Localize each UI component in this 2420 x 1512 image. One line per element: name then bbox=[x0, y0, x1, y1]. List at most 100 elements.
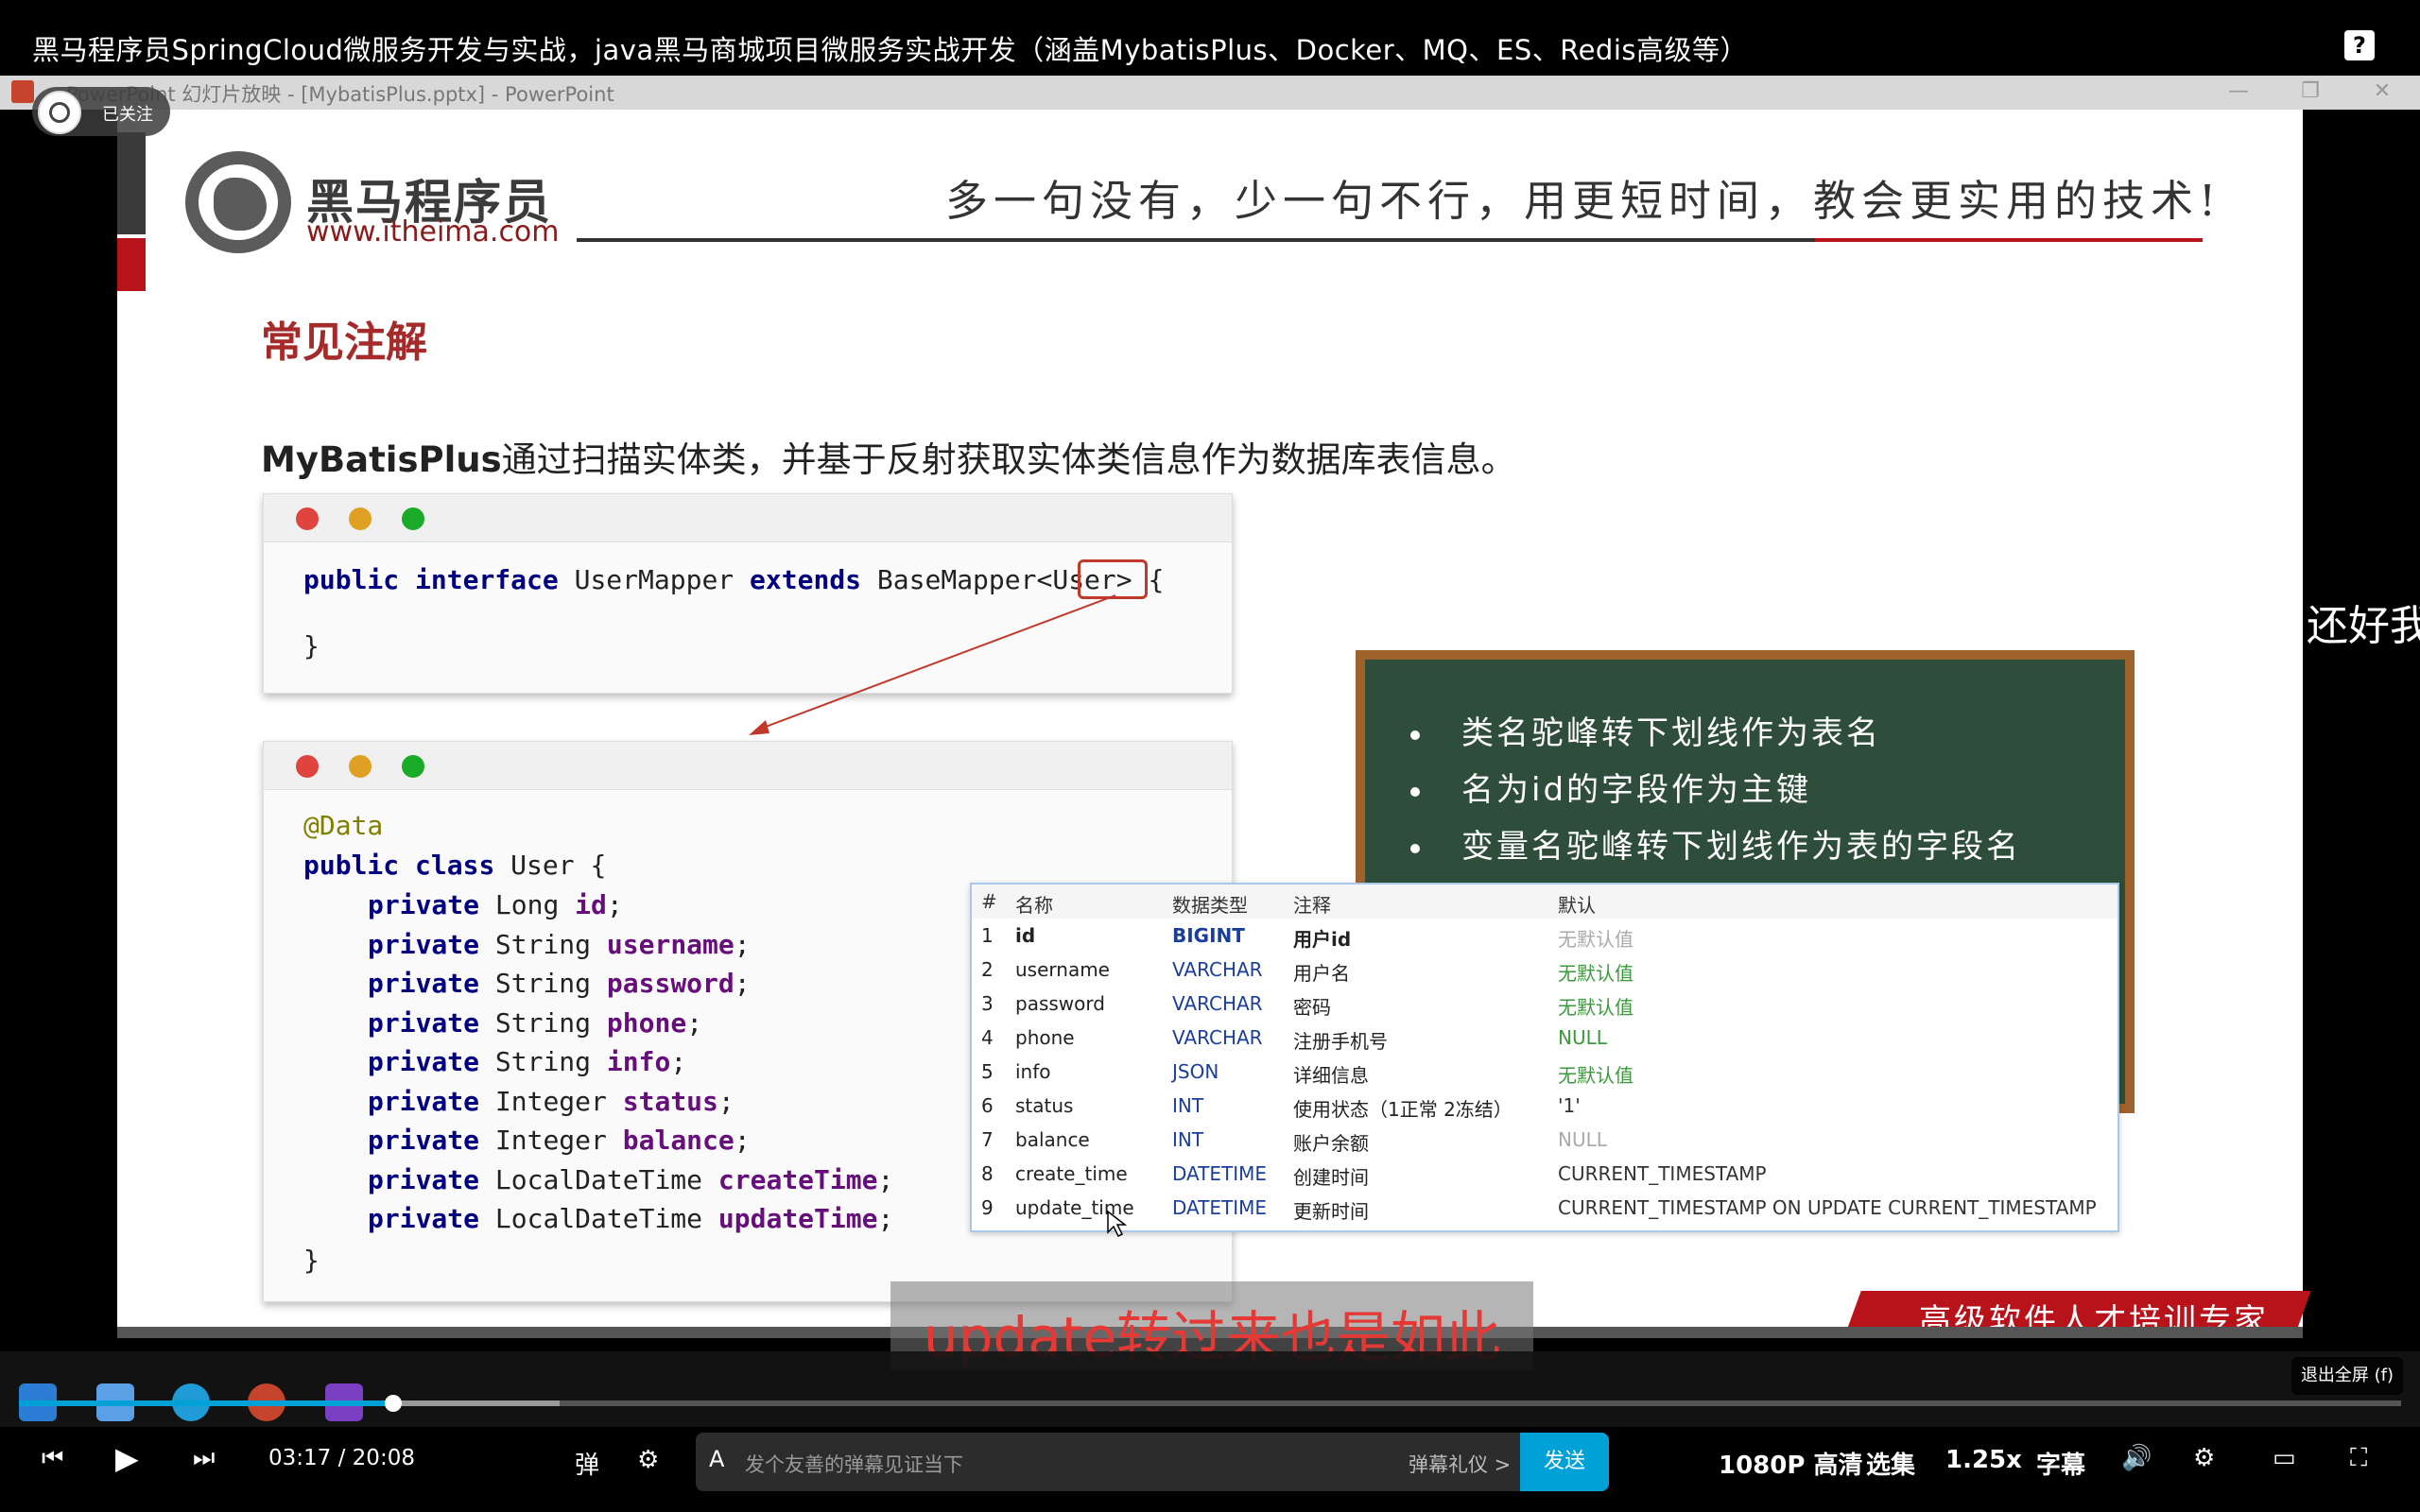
db-cell: balance bbox=[1015, 1128, 1090, 1151]
quality-selector[interactable]: 1080P 高清 bbox=[1719, 1446, 1862, 1481]
volume-icon[interactable]: 🔊 bbox=[2121, 1444, 2152, 1472]
episodes-button[interactable]: 选集 bbox=[1866, 1446, 1915, 1481]
code-keyword: private bbox=[368, 1006, 480, 1039]
code-keyword: private bbox=[368, 968, 480, 999]
db-cell: 注册手机号 bbox=[1293, 1030, 1388, 1053]
send-button[interactable]: 发送 bbox=[1520, 1433, 1609, 1491]
next-icon[interactable]: ⏭ bbox=[193, 1444, 215, 1473]
avatar[interactable] bbox=[38, 91, 81, 134]
db-cell: 用户id bbox=[1293, 928, 1352, 951]
code-type: String bbox=[494, 1006, 592, 1039]
code-field-line: private String password; bbox=[368, 968, 751, 999]
table-row[interactable]: 2 username VARCHAR 用户名 无默认值 bbox=[972, 953, 2118, 987]
table-row[interactable]: 6 status INT 使用状态（1正常 2冻结） '1' bbox=[972, 1089, 2118, 1123]
db-cell: NULL bbox=[1558, 1026, 1607, 1049]
progress-knob[interactable] bbox=[384, 1395, 402, 1412]
code-field-name: password bbox=[606, 968, 735, 999]
board-bullet: 类名驼峰转下划线作为表名 bbox=[1410, 707, 1881, 753]
code-field-name: createTime bbox=[717, 1163, 878, 1195]
code-type: Integer bbox=[494, 1085, 607, 1117]
help-icon[interactable]: ? bbox=[2344, 30, 2375, 60]
db-cell: '1' bbox=[1558, 1094, 1581, 1117]
code-annotation: @Data bbox=[303, 810, 384, 841]
db-cell: 创建时间 bbox=[1293, 1166, 1369, 1189]
table-row[interactable]: 5 info JSON 详细信息 无默认值 bbox=[972, 1055, 2118, 1089]
db-header-cell: # bbox=[981, 890, 997, 913]
code-field-name: status bbox=[622, 1085, 718, 1117]
db-cell: JSON bbox=[1172, 1060, 1219, 1083]
close-dot-icon bbox=[296, 507, 319, 530]
db-cell: create_time bbox=[1015, 1162, 1128, 1185]
code-keyword: private bbox=[368, 1163, 480, 1195]
slide-accent-bar bbox=[117, 132, 146, 234]
code-keyword: private bbox=[368, 1203, 480, 1234]
subtitle-cc-button[interactable]: 字幕 bbox=[2036, 1446, 2085, 1481]
restore-icon[interactable]: ❐ bbox=[2291, 77, 2329, 106]
db-cell: 无默认值 bbox=[1558, 1064, 1634, 1087]
table-row[interactable]: 3 password VARCHAR 密码 无默认值 bbox=[972, 987, 2118, 1021]
code-field-name: info bbox=[606, 1046, 671, 1077]
danmaku-etiquette-link[interactable]: 弹幕礼仪 > bbox=[1409, 1450, 1511, 1478]
side-overlay-text: 还好我 bbox=[2307, 602, 2420, 650]
code-window-header bbox=[264, 742, 1232, 790]
db-header-cell: 数据类型 bbox=[1172, 894, 1248, 917]
table-row[interactable]: 4 phone VARCHAR 注册手机号 NULL bbox=[972, 1021, 2118, 1055]
speed-selector[interactable]: 1.25x bbox=[1945, 1446, 2022, 1474]
minimize-dot-icon bbox=[349, 755, 372, 778]
code-field-name: balance bbox=[622, 1125, 735, 1156]
play-icon[interactable]: ▶ bbox=[115, 1440, 139, 1476]
board-bullet-text: 名为id的字段作为主键 bbox=[1461, 771, 1812, 809]
code-keyword: public bbox=[303, 850, 400, 881]
slogan: 多一句没有，少一句不行，用更短时间，教会更实用的技术! bbox=[945, 176, 2222, 226]
table-row[interactable]: 1 id BIGINT 用户id 无默认值 bbox=[972, 919, 2118, 953]
code-field-line: private Long id; bbox=[368, 889, 623, 920]
code-identifier: User { bbox=[494, 850, 607, 881]
board-bullet-text: 变量名驼峰转下划线作为表的字段名 bbox=[1461, 828, 2021, 866]
arrow-annotation bbox=[749, 594, 1116, 735]
progress-fill bbox=[19, 1400, 393, 1406]
code-type: String bbox=[494, 1046, 592, 1077]
code-keyword: private bbox=[368, 1125, 480, 1156]
header-divider-red bbox=[1815, 238, 2203, 242]
danmaku-toggle-icon[interactable]: 弹 bbox=[575, 1446, 599, 1481]
brand-url: www.itheima.com bbox=[306, 215, 560, 249]
code-keyword: private bbox=[368, 1046, 480, 1077]
code-field-line: private String username; bbox=[368, 928, 751, 960]
follow-status[interactable]: 已关注 bbox=[102, 101, 153, 126]
db-cell: CURRENT_TIMESTAMP ON UPDATE CURRENT_TIME… bbox=[1558, 1196, 2097, 1219]
settings-gear-icon[interactable]: ⚙ bbox=[2193, 1444, 2215, 1472]
code-type: LocalDateTime bbox=[494, 1203, 703, 1234]
fullscreen-icon[interactable]: ⛶ bbox=[2350, 1444, 2367, 1473]
db-cell: 更新时间 bbox=[1293, 1200, 1369, 1223]
code-field-line: private Integer status; bbox=[368, 1085, 735, 1117]
code-field-name: username bbox=[606, 928, 735, 960]
db-header-cell: 默认 bbox=[1558, 894, 1596, 917]
db-cell: username bbox=[1015, 958, 1110, 981]
danmaku-style-icon[interactable]: A bbox=[709, 1446, 724, 1472]
maximize-dot-icon bbox=[402, 507, 424, 530]
picture-in-picture-icon[interactable]: ▭ bbox=[2273, 1444, 2296, 1472]
danmaku-placeholder: 发个友善的弹幕见证当下 bbox=[745, 1453, 963, 1476]
mouse-cursor-icon bbox=[1107, 1210, 1128, 1238]
db-cell: DATETIME bbox=[1172, 1162, 1268, 1185]
db-cell: BIGINT bbox=[1172, 924, 1245, 947]
video-title: 黑马程序员SpringCloud微服务开发与实战，java黑马商城项目微服务实战… bbox=[32, 34, 1749, 66]
db-cell: password bbox=[1015, 992, 1105, 1015]
db-cell: info bbox=[1015, 1060, 1051, 1083]
db-cell: 4 bbox=[981, 1026, 994, 1049]
code-identifier: UserMapper bbox=[558, 564, 751, 595]
exit-fullscreen-tooltip: 退出全屏 (f) bbox=[2291, 1357, 2403, 1395]
minimize-icon[interactable]: — bbox=[2220, 77, 2257, 106]
table-row[interactable]: 8 create_time DATETIME 创建时间 CURRENT_TIMESTAM… bbox=[972, 1157, 2118, 1191]
db-cell: VARCHAR bbox=[1172, 958, 1263, 981]
close-icon[interactable]: ✕ bbox=[2363, 77, 2401, 106]
board-bullet-text: 类名驼峰转下划线作为表名 bbox=[1461, 714, 1881, 752]
db-cell: 使用状态（1正常 2冻结） bbox=[1293, 1098, 1512, 1121]
db-cell: 2 bbox=[981, 958, 994, 981]
current-time: 03:17 bbox=[268, 1446, 332, 1470]
previous-icon[interactable]: ⏮ bbox=[42, 1444, 63, 1473]
code-field-line: private Integer balance; bbox=[368, 1125, 751, 1156]
table-row[interactable]: 7 balance INT 账户余额 NULL bbox=[972, 1123, 2118, 1157]
table-row[interactable]: 9 update_time DATETIME 更新时间 CURRENT_TIMESTAM… bbox=[972, 1191, 2118, 1225]
danmaku-settings-icon[interactable]: ⚙ bbox=[637, 1446, 659, 1474]
